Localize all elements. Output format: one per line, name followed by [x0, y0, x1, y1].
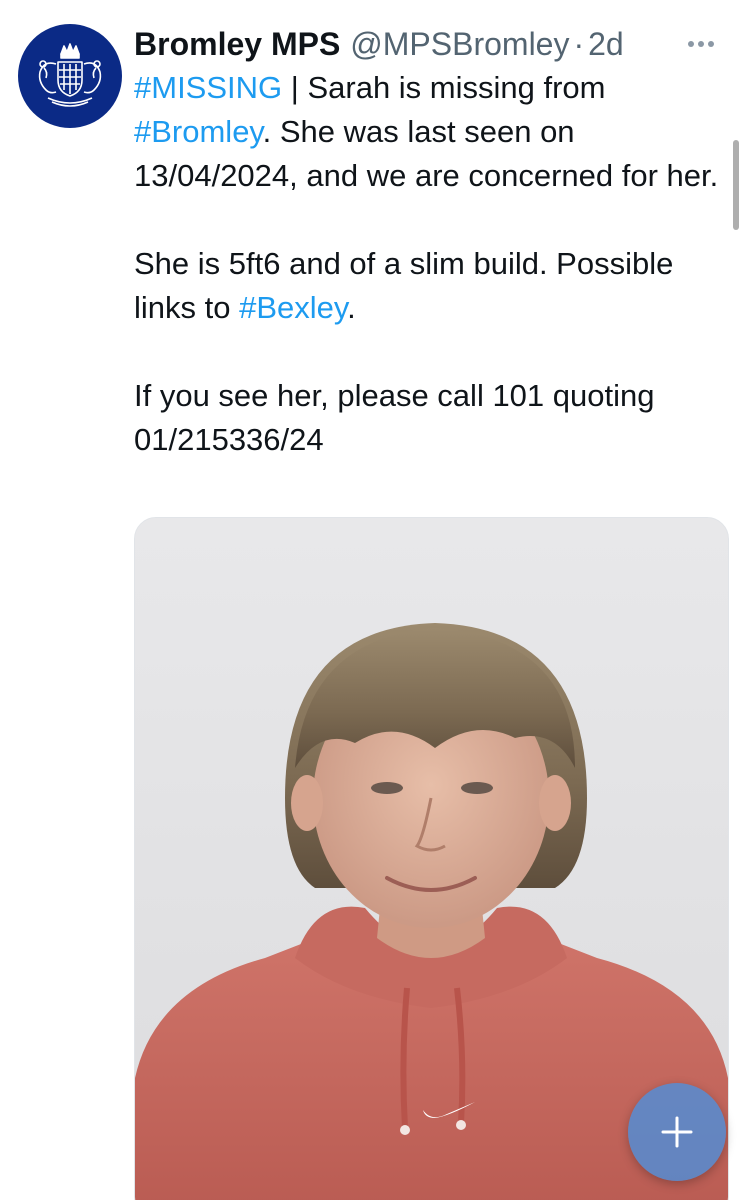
- tweet-paragraph-3: If you see her, please call 101 quoting …: [134, 378, 655, 457]
- avatar[interactable]: [18, 24, 122, 128]
- more-dot: [688, 41, 694, 47]
- hashtag-missing[interactable]: #MISSING: [134, 70, 282, 105]
- tweet[interactable]: Bromley MPS @MPSBromley · 2d #MISSING | …: [0, 0, 745, 1200]
- hashtag-bexley[interactable]: #Bexley: [239, 290, 347, 325]
- tweet-paragraph-1: #MISSING | Sarah is missing from #Bromle…: [134, 66, 734, 198]
- scrollbar[interactable]: [733, 140, 739, 230]
- paragraph-2-text-a: She is 5ft6 and of a slim build. Possibl…: [134, 246, 674, 325]
- timestamp[interactable]: 2d: [588, 22, 624, 66]
- pipe-separator: |: [290, 70, 299, 105]
- photo-illustration: [135, 518, 728, 1200]
- author-name[interactable]: Bromley MPS: [134, 22, 340, 66]
- tweet-paragraph-2: She is 5ft6 and of a slim build. Possibl…: [134, 242, 734, 330]
- hashtag-bromley[interactable]: #Bromley: [134, 114, 263, 149]
- separator-dot: ·: [573, 26, 585, 62]
- missing-person-photo[interactable]: [134, 517, 729, 1200]
- tweet-text: #MISSING | Sarah is missing from #Bromle…: [134, 66, 734, 462]
- compose-fab-button[interactable]: [628, 1083, 726, 1181]
- tweet-header: Bromley MPS @MPSBromley · 2d: [134, 22, 725, 66]
- more-dot: [708, 41, 714, 47]
- author-handle[interactable]: @MPSBromley: [350, 22, 569, 66]
- paragraph-2-text-b: .: [347, 290, 356, 325]
- plus-icon: [661, 1116, 693, 1148]
- paragraph-1-text-a: Sarah is missing from: [298, 70, 606, 105]
- more-options-icon[interactable]: [679, 24, 723, 64]
- metropolitan-police-crest-icon: [38, 43, 102, 107]
- more-dot: [698, 41, 704, 47]
